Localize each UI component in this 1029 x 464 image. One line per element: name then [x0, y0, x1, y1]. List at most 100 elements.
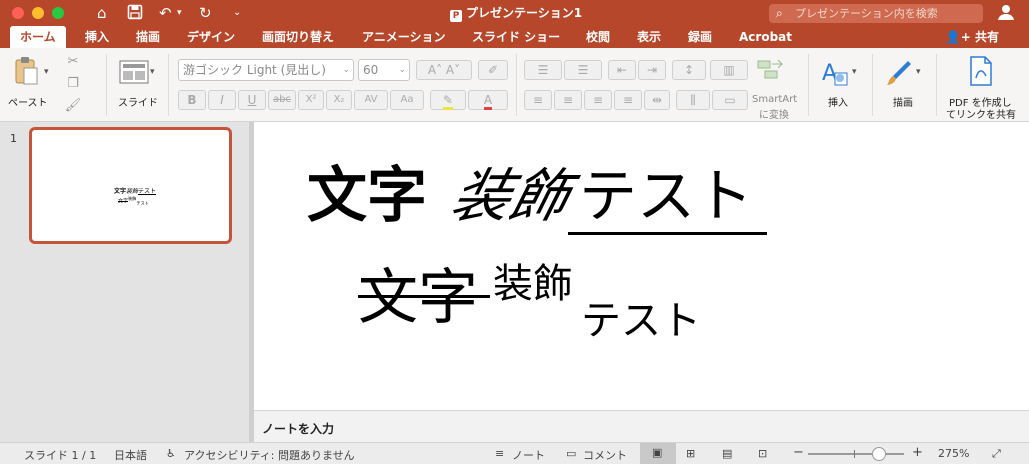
accessibility-status[interactable]: アクセシビリティ: 問題ありません: [184, 447, 355, 463]
paste-dropdown-icon[interactable]: ▾: [44, 62, 49, 82]
fit-to-window-icon[interactable]: ⤢: [992, 447, 1001, 461]
account-icon[interactable]: [997, 3, 1015, 21]
zoom-in-button[interactable]: +: [912, 445, 923, 460]
tab-recording[interactable]: 録画: [688, 26, 712, 48]
paste-icon[interactable]: [12, 56, 40, 86]
notes-pane[interactable]: ノートを入力: [254, 410, 1029, 442]
align-text-button[interactable]: ▭: [712, 90, 748, 110]
font-color-button[interactable]: A: [468, 90, 508, 110]
columns-button[interactable]: ▥: [710, 60, 748, 80]
increase-indent-button[interactable]: ⇥: [638, 60, 666, 80]
numbering-button[interactable]: ☰: [564, 60, 602, 80]
home-icon[interactable]: ⌂: [97, 4, 107, 22]
tab-design[interactable]: デザイン: [187, 26, 235, 48]
separator: [872, 54, 873, 116]
tab-insert[interactable]: 挿入: [85, 26, 109, 48]
italic-button[interactable]: I: [208, 90, 236, 110]
slide-text-underlined[interactable]: テスト: [579, 160, 753, 232]
slide-sorter-icon[interactable]: ⊞: [686, 447, 695, 460]
text-direction-button[interactable]: ⫼: [676, 90, 710, 110]
align-left-button[interactable]: ≡: [524, 90, 552, 110]
zoom-slider-track[interactable]: [808, 453, 904, 455]
tab-acrobat[interactable]: Acrobat: [739, 26, 792, 48]
align-center-button[interactable]: ≡: [554, 90, 582, 110]
redo-icon[interactable]: ↻: [199, 4, 212, 22]
powerpoint-file-icon: P: [450, 10, 462, 22]
notes-toggle[interactable]: ノート: [512, 447, 545, 463]
slide-text-strikethrough[interactable]: 文字: [358, 262, 478, 334]
insert-shapes-icon[interactable]: A: [820, 58, 850, 88]
bullets-button[interactable]: ☰: [524, 60, 562, 80]
create-pdf-icon[interactable]: [966, 56, 996, 88]
copy-icon[interactable]: ❐: [64, 74, 82, 94]
share-button[interactable]: 👤+ 共有: [946, 26, 999, 48]
zoom-level[interactable]: 275%: [938, 447, 969, 460]
document-title-text: プレゼンテーション1: [466, 6, 583, 20]
reading-view-icon[interactable]: ▤: [722, 447, 732, 460]
notes-toggle-icon[interactable]: ≡: [495, 447, 504, 460]
accessibility-icon[interactable]: ♿: [166, 447, 176, 460]
thumbnail-preview-line1: 文字装飾テスト: [114, 188, 157, 195]
status-bar: スライド 1 / 1 日本語 ♿ アクセシビリティ: 問題ありません ≡ ノート…: [0, 442, 1029, 464]
slideshow-icon[interactable]: ⊡: [758, 447, 767, 460]
subscript-button[interactable]: X₂: [326, 90, 352, 110]
tab-transitions[interactable]: 画面切り替え: [262, 26, 334, 48]
clear-formatting-icon[interactable]: ✐: [478, 60, 508, 80]
insert-dropdown-icon[interactable]: ▾: [852, 62, 857, 82]
highlight-color-button[interactable]: ✎: [430, 90, 466, 110]
language-indicator[interactable]: 日本語: [114, 447, 147, 463]
tab-view[interactable]: 表示: [637, 26, 661, 48]
tab-draw[interactable]: 描画: [136, 26, 160, 48]
character-spacing-button[interactable]: AV: [354, 90, 388, 110]
slide-text-bold[interactable]: 文字: [307, 160, 427, 232]
close-window-button[interactable]: [12, 7, 24, 19]
slide-text-italic[interactable]: 装飾: [444, 160, 578, 232]
new-slide-icon[interactable]: [118, 60, 152, 86]
line-spacing-button[interactable]: ↕: [672, 60, 706, 80]
format-painter-icon[interactable]: 🖌: [64, 96, 82, 116]
draw-dropdown-icon[interactable]: ▾: [916, 62, 921, 82]
brush-icon[interactable]: [884, 58, 914, 88]
underline-button[interactable]: U: [238, 90, 266, 110]
zoom-out-button[interactable]: −: [793, 445, 804, 460]
smartart-icon[interactable]: [756, 58, 786, 82]
distribute-button[interactable]: ⇹: [644, 90, 670, 110]
undo-dropdown-icon[interactable]: ▾: [177, 4, 182, 22]
tab-animations[interactable]: アニメーション: [362, 26, 446, 48]
strikethrough-rule: [358, 295, 490, 298]
notes-placeholder: ノートを入力: [262, 422, 335, 436]
font-grow-shrink-buttons[interactable]: A˄ A˅: [416, 60, 472, 80]
slide-thumbnail-pane: 1 文字装飾テスト 文字装飾テスト: [0, 122, 249, 442]
save-icon[interactable]: [127, 4, 143, 22]
tab-review[interactable]: 校閲: [586, 26, 610, 48]
bold-button[interactable]: B: [178, 90, 206, 110]
align-right-button[interactable]: ≡: [584, 90, 612, 110]
comments-icon[interactable]: ▭: [566, 447, 576, 460]
cut-icon[interactable]: ✂: [64, 52, 82, 72]
decrease-indent-button[interactable]: ⇤: [608, 60, 636, 80]
slide-text-subscript[interactable]: テスト: [581, 297, 701, 345]
slide-dropdown-icon[interactable]: ▾: [150, 62, 155, 82]
justify-button[interactable]: ≡: [614, 90, 642, 110]
tab-slideshow[interactable]: スライド ショー: [472, 26, 560, 48]
slide-thumbnail[interactable]: 文字装飾テスト 文字装飾テスト: [29, 127, 232, 244]
minimize-window-button[interactable]: [32, 7, 44, 19]
search-placeholder: プレゼンテーション内を検索: [795, 7, 938, 20]
highlighter-icon: ✎: [442, 93, 454, 110]
strikethrough-button[interactable]: abc: [268, 90, 296, 110]
comments-toggle[interactable]: コメント: [583, 447, 627, 463]
tab-home[interactable]: ホーム: [10, 26, 66, 48]
superscript-button[interactable]: X²: [298, 90, 324, 110]
slide-editor[interactable]: 文字 装飾 テスト 文字 装飾 テスト: [254, 122, 1029, 410]
zoom-window-button[interactable]: [52, 7, 64, 19]
normal-view-button[interactable]: ▣: [640, 443, 676, 464]
change-case-button[interactable]: Aa: [390, 90, 424, 110]
zoom-slider-thumb[interactable]: [872, 447, 886, 461]
font-name-select[interactable]: 游ゴシック Light (見出し) ⌄: [178, 59, 354, 81]
font-size-select[interactable]: 60 ⌄: [358, 59, 410, 81]
customize-toolbar-icon[interactable]: ⌄: [233, 4, 241, 22]
undo-icon[interactable]: ↶: [159, 4, 172, 22]
search-box[interactable]: ⌕ プレゼンテーション内を検索: [769, 4, 983, 23]
slide-text-superscript[interactable]: 装飾: [493, 260, 573, 308]
draw-label: 描画: [893, 98, 913, 109]
